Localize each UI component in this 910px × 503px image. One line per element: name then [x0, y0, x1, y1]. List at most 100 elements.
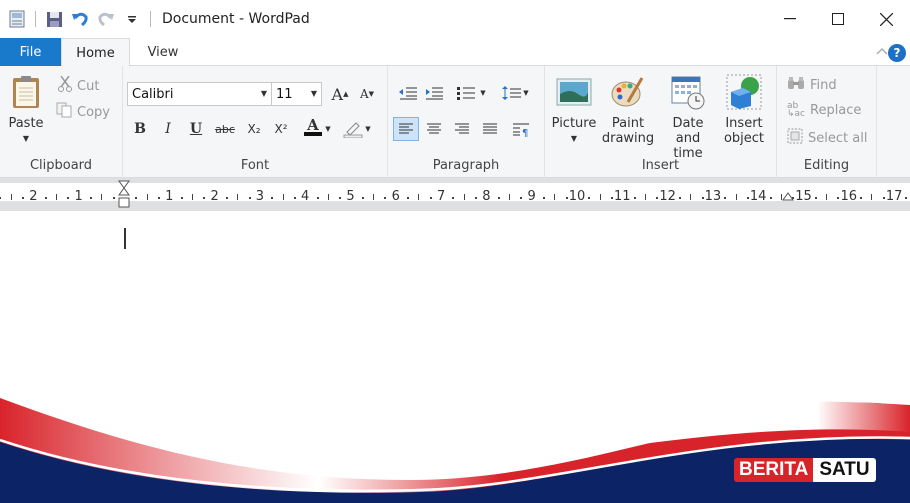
justify-icon	[483, 123, 497, 134]
date-time-button[interactable]: Date and time	[659, 74, 717, 161]
quick-access-toolbar	[0, 0, 156, 38]
justify-button[interactable]	[478, 118, 502, 140]
bullets-button[interactable]	[454, 82, 478, 104]
save-icon[interactable]	[45, 10, 63, 28]
ruler-dot	[316, 197, 319, 199]
ruler-dot	[724, 197, 727, 199]
ruler-tick	[554, 194, 556, 200]
strikethrough-button[interactable]: abc	[213, 118, 237, 140]
ruler-dot	[746, 197, 749, 199]
decrease-indent-button[interactable]	[396, 82, 420, 104]
ruler-dot	[837, 197, 840, 199]
paragraph-icon: ¶	[513, 123, 529, 137]
bullets-dropdown[interactable]: ▼	[478, 82, 488, 104]
ruler-dot	[882, 197, 885, 199]
ruler-dot	[271, 197, 274, 199]
ruler-number: 11	[614, 189, 631, 204]
increase-indent-button[interactable]	[422, 82, 446, 104]
font-size-select[interactable]: 11 ▼	[271, 82, 322, 106]
insert-object-button[interactable]: Insert object	[721, 74, 767, 146]
help-icon[interactable]: ?	[888, 44, 906, 62]
align-left-button[interactable]	[393, 117, 419, 141]
tab-file[interactable]: File	[0, 38, 61, 66]
paint-drawing-button[interactable]: Paint drawing	[601, 74, 655, 146]
line-spacing-dropdown[interactable]: ▼	[521, 82, 531, 104]
font-family-select[interactable]: Calibri ▼	[127, 82, 272, 106]
ruler-tick	[56, 194, 58, 200]
copy-label: Copy	[77, 104, 110, 120]
decrease-indent-icon	[399, 87, 417, 100]
find-label: Find	[810, 77, 837, 93]
ruler-number: 8	[482, 189, 491, 204]
ruler-number: 12	[659, 189, 676, 204]
ruler-dot	[678, 197, 681, 199]
ruler-number: 6	[391, 189, 400, 204]
tab-home[interactable]: Home	[61, 38, 130, 67]
font-color-button[interactable]: A	[301, 116, 325, 138]
shrink-font-button[interactable]: A ▼	[355, 83, 379, 105]
customize-quick-access-icon[interactable]	[123, 10, 141, 28]
ruler-number: 3	[255, 189, 265, 204]
wordpad-app-icon[interactable]	[8, 10, 26, 28]
superscript-button[interactable]: X²	[269, 118, 293, 140]
bold-button[interactable]: B	[128, 118, 152, 140]
collapse-ribbon-icon[interactable]	[876, 44, 888, 58]
cut-button[interactable]: Cut	[58, 75, 99, 96]
replace-button[interactable]: ab ↳ac Replace	[787, 102, 861, 119]
ruler[interactable]: 2 1 1 2 3 4 5 6 7 8 9 10 11 12 13 14 15 16 17	[0, 178, 910, 211]
ruler-dot	[497, 197, 500, 199]
ruler-tick	[735, 194, 737, 200]
italic-button[interactable]: I	[156, 118, 180, 140]
calendar-clock-icon	[671, 76, 705, 110]
highlight-color-dropdown[interactable]: ▼	[363, 118, 373, 140]
find-button[interactable]: Find	[787, 76, 837, 94]
paragraph-group: ▼ ▼ ¶ Paragraph	[388, 66, 545, 178]
ruler-dot	[180, 197, 183, 199]
paragraph-settings-button[interactable]: ¶	[509, 118, 533, 140]
ruler-dot	[225, 197, 228, 199]
ribbon-tabs: File Home View	[0, 38, 910, 67]
highlight-color-button[interactable]	[341, 118, 365, 140]
redo-icon[interactable]	[97, 10, 115, 28]
align-left-icon	[399, 123, 413, 134]
picture-dropdown-icon[interactable]: ▼	[571, 131, 577, 146]
minimize-button[interactable]	[766, 0, 814, 38]
copy-button[interactable]: Copy	[56, 102, 110, 122]
ruler-number: 1	[74, 189, 83, 204]
ruler-tick	[826, 194, 828, 200]
tab-view[interactable]: View	[130, 38, 196, 66]
first-line-indent-marker[interactable]	[117, 180, 131, 210]
clipboard-group-label: Clipboard	[29, 158, 93, 173]
ruler-number: 4	[301, 189, 310, 204]
paste-dropdown-icon[interactable]: ▼	[23, 131, 29, 146]
ruler-number: 16	[840, 189, 858, 204]
select-all-button[interactable]: Select all	[787, 128, 867, 148]
ruler-number: 9	[527, 189, 536, 204]
select-all-icon	[787, 128, 803, 148]
underline-button[interactable]: U	[184, 118, 208, 140]
ruler-dot	[135, 197, 138, 199]
ruler-dot	[610, 197, 613, 199]
align-right-button[interactable]	[450, 118, 474, 140]
grow-font-button[interactable]: A ▲	[328, 83, 352, 105]
maximize-button[interactable]	[814, 0, 862, 38]
insert-picture-button[interactable]: Picture ▼	[551, 74, 597, 146]
ruler-dot	[248, 197, 251, 199]
ruler-dot	[157, 197, 160, 199]
paint-drawing-label-line1: Paint	[611, 116, 645, 131]
subscript-button[interactable]: X₂	[242, 118, 266, 140]
ruler-tick	[644, 194, 646, 200]
paste-button[interactable]: Paste ▼	[6, 74, 46, 146]
ruler-tick	[101, 194, 103, 200]
right-indent-marker[interactable]	[781, 188, 795, 202]
grow-font-icon: A	[331, 84, 344, 104]
font-color-dropdown[interactable]: ▼	[323, 118, 333, 140]
ruler-number: 2	[29, 189, 38, 204]
ruler-tick	[10, 194, 12, 200]
ruler-dot	[633, 197, 636, 199]
align-center-button[interactable]	[422, 118, 446, 140]
beritasatu-logo: BERITA SATU	[734, 458, 876, 482]
close-button[interactable]	[862, 0, 910, 38]
undo-icon[interactable]	[71, 10, 89, 28]
ruler-dot	[112, 197, 115, 199]
